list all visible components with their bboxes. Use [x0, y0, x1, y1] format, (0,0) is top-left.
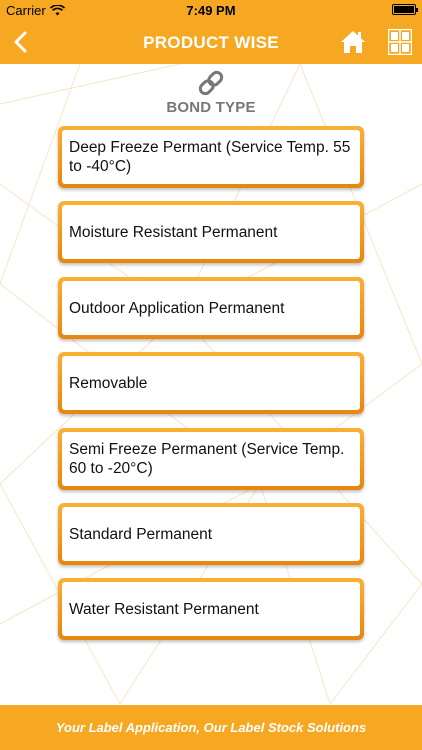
section-title: BOND TYPE [166, 99, 256, 116]
section-header: BOND TYPE [0, 68, 422, 116]
option-label: Moisture Resistant Permanent [62, 205, 360, 259]
option-label: Outdoor Application Permanent [62, 281, 360, 335]
grid-icon[interactable] [388, 29, 412, 55]
status-right [392, 4, 418, 15]
option-semi-freeze-permanent[interactable]: Semi Freeze Permanent (Service Temp. 60 … [58, 428, 364, 490]
option-label: Water Resistant Permanent [62, 582, 360, 636]
option-label: Deep Freeze Permant (Service Temp. 55 to… [62, 130, 360, 184]
option-standard-permanent[interactable]: Standard Permanent [58, 503, 364, 565]
battery-icon [392, 4, 418, 15]
footer-bar: Your Label Application, Our Label Stock … [0, 705, 422, 750]
option-outdoor-application-permanent[interactable]: Outdoor Application Permanent [58, 277, 364, 339]
nav-bar: PRODUCT WISE [0, 20, 422, 64]
option-deep-freeze-permanent[interactable]: Deep Freeze Permant (Service Temp. 55 to… [58, 126, 364, 188]
status-time: 7:49 PM [186, 3, 236, 18]
option-water-resistant-permanent[interactable]: Water Resistant Permanent [58, 578, 364, 640]
option-label: Semi Freeze Permanent (Service Temp. 60 … [62, 432, 360, 486]
status-bar: Carrier 7:49 PM [0, 0, 422, 20]
footer-tagline: Your Label Application, Our Label Stock … [55, 720, 367, 735]
option-moisture-resistant-permanent[interactable]: Moisture Resistant Permanent [58, 201, 364, 263]
link-icon [198, 70, 224, 96]
home-icon[interactable] [340, 29, 366, 55]
option-label: Standard Permanent [62, 507, 360, 561]
option-label: Removable [62, 356, 360, 410]
option-removable[interactable]: Removable [58, 352, 364, 414]
